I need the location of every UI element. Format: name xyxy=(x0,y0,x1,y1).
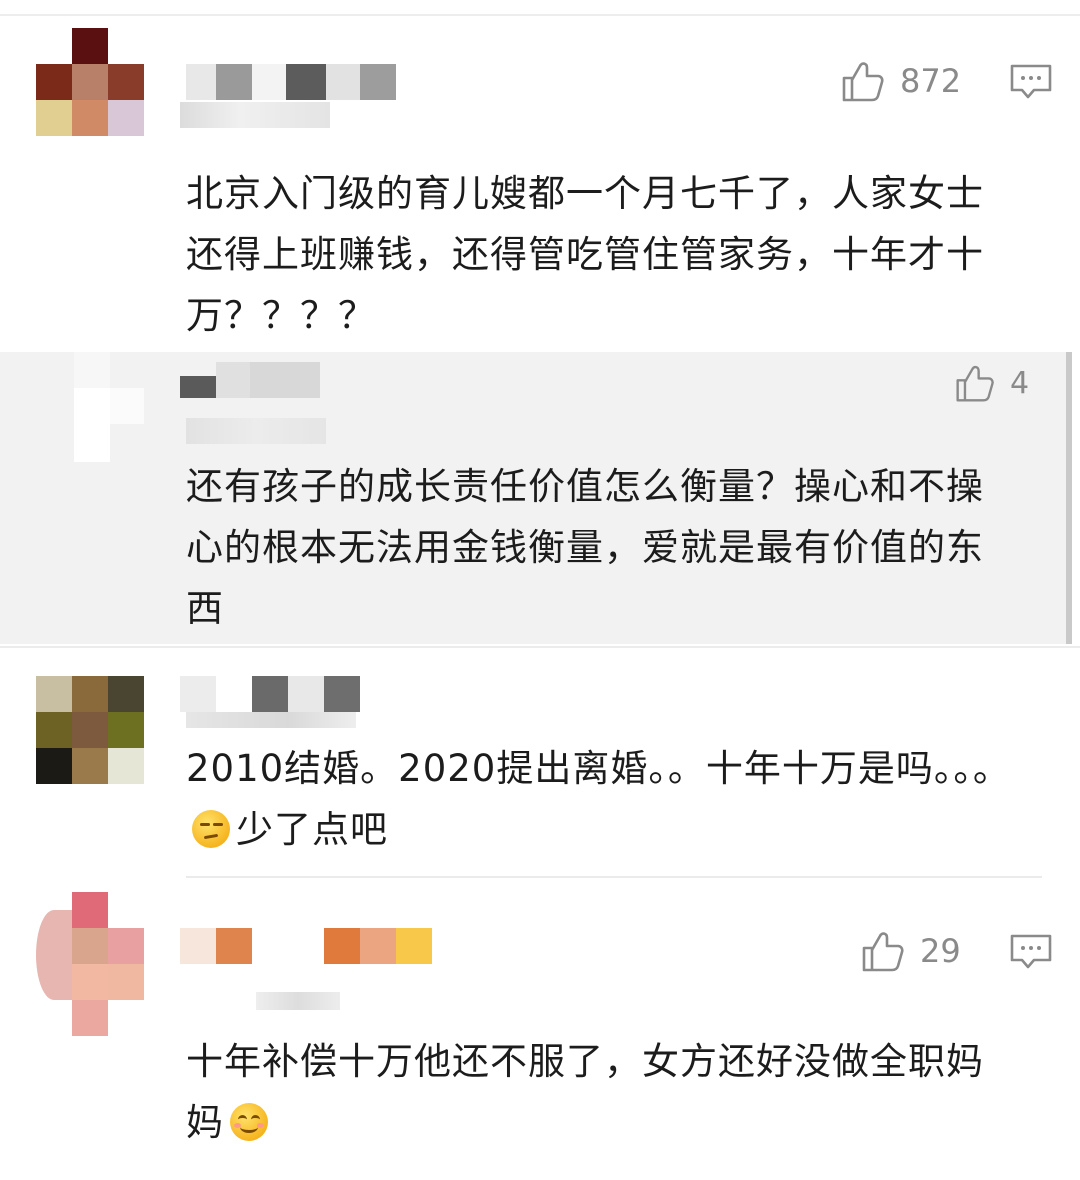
comment-text: 2010结婚。2020提出离婚。。十年十万是吗。。。少了点吧 xyxy=(186,738,1016,860)
reply-button[interactable] xyxy=(1010,934,1052,974)
username-blurred[interactable] xyxy=(186,64,396,100)
avatar[interactable] xyxy=(74,352,144,462)
avatar[interactable] xyxy=(36,892,146,1036)
timestamp-blurred xyxy=(186,418,326,444)
comment-icon xyxy=(1010,64,1052,99)
like-count: 29 xyxy=(920,932,961,970)
timestamp-blurred xyxy=(186,712,356,728)
like-button[interactable]: 872 xyxy=(840,58,961,104)
comment-text: 还有孩子的成长责任价值怎么衡量？操心和不操心的根本无法用金钱衡量，爱就是最有价值… xyxy=(186,465,984,630)
comment-icon xyxy=(1010,934,1052,969)
username-blurred[interactable] xyxy=(180,928,432,964)
like-count: 4 xyxy=(1010,365,1030,401)
smirk-emoji xyxy=(192,810,230,848)
divider xyxy=(186,876,1042,878)
thumbs-up-icon xyxy=(956,365,994,402)
username-blurred[interactable] xyxy=(180,362,325,398)
thumbs-up-icon xyxy=(862,932,904,972)
scrollbar[interactable] xyxy=(1066,352,1072,644)
thumbs-up-icon xyxy=(842,62,884,102)
comment-text-part: 2010结婚。2020提出离婚。。十年十万是吗。。。 xyxy=(186,747,1011,790)
avatar[interactable] xyxy=(36,676,144,784)
comment-text-part: 十年补偿十万他还不服了，女方还好没做全职妈妈 xyxy=(186,1040,984,1144)
avatar[interactable] xyxy=(36,28,144,136)
divider xyxy=(0,646,1080,648)
top-divider xyxy=(0,14,1080,16)
timestamp-blurred xyxy=(180,102,330,128)
timestamp-blurred xyxy=(256,992,340,1010)
username-blurred[interactable] xyxy=(180,676,360,712)
comment-text: 北京入门级的育儿嫂都一个月七千了，人家女士还得上班赚钱，还得管吃管住管家务，十年… xyxy=(186,172,984,337)
reply-button[interactable] xyxy=(1010,64,1052,104)
like-button[interactable]: 29 xyxy=(860,928,961,974)
comment-text: 十年补偿十万他还不服了，女方还好没做全职妈妈 xyxy=(186,1031,1016,1153)
comment-text-part: 少了点吧 xyxy=(236,808,388,851)
like-button[interactable]: 4 xyxy=(954,362,1029,404)
like-count: 872 xyxy=(900,62,962,100)
smile-emoji xyxy=(230,1103,268,1141)
